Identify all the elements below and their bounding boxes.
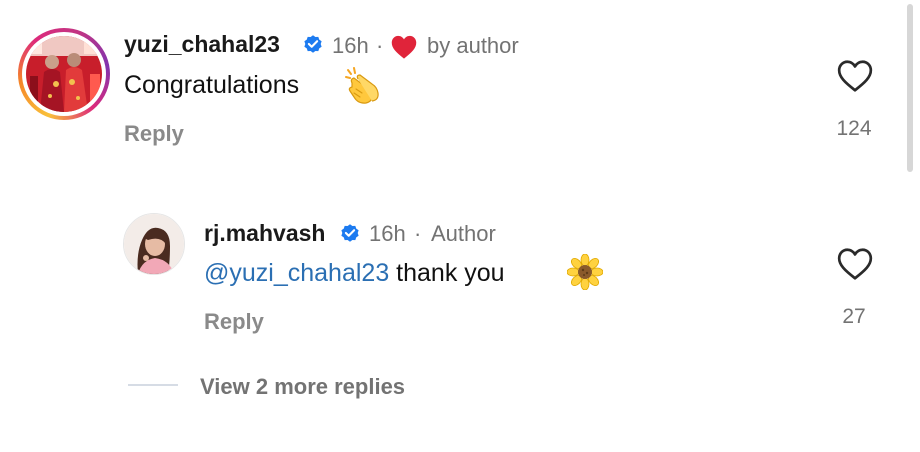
heart-filled-icon	[390, 34, 418, 60]
story-ring-avatar[interactable]	[18, 28, 110, 120]
avatar[interactable]	[123, 213, 185, 275]
reply-button[interactable]: Reply	[124, 121, 184, 147]
mention-link[interactable]: @yuzi_chahal23	[204, 259, 389, 287]
scrollbar[interactable]	[907, 4, 913, 172]
heart-outline-icon[interactable]	[836, 246, 874, 282]
liked-by-author-label: by author	[427, 33, 519, 58]
clapping-hands-emoji	[344, 67, 384, 105]
reply-button[interactable]: Reply	[204, 309, 264, 335]
comment-username[interactable]: yuzi_chahal23	[124, 31, 280, 58]
verified-badge-icon	[339, 222, 361, 244]
reply-time: 16h	[369, 221, 406, 246]
comment-time: 16h	[332, 33, 369, 58]
avatar	[26, 36, 102, 112]
verified-badge-icon	[302, 33, 324, 55]
like-count: 124	[836, 117, 872, 140]
like-count: 27	[842, 305, 866, 328]
meta-separator: ·	[376, 33, 384, 58]
reply-text-body: thank you	[396, 259, 505, 287]
reply-text: @yuzi_chahal23 thank you	[204, 259, 505, 288]
author-label: Author	[431, 221, 496, 246]
comment-text: Congratulations	[124, 71, 300, 99]
view-more-replies-button[interactable]: View 2 more replies	[200, 374, 405, 400]
heart-outline-icon[interactable]	[836, 58, 874, 94]
meta-separator: ·	[414, 221, 422, 246]
replies-divider	[128, 384, 178, 386]
sunflower-emoji	[567, 254, 603, 290]
reply-username[interactable]: rj.mahvash	[204, 220, 325, 247]
